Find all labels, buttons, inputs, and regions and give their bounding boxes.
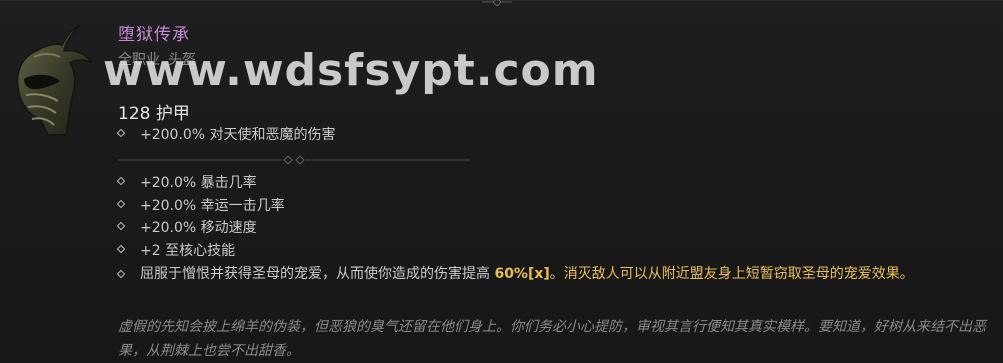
- diamond-bullet-icon: [116, 199, 126, 209]
- implicit-stat: +200.0% 对天使和恶魔的伤害: [116, 124, 336, 144]
- unique-power-value: 60%[x]: [494, 266, 550, 282]
- affix-row: +2 至核心技能: [116, 240, 236, 260]
- unique-power-suffix: 。消灭敌人可以从附近盟友身上短暂窃取圣母的宠爱效果。: [549, 266, 914, 282]
- diamond-bullet-icon: [116, 176, 126, 186]
- item-name: 堕狱传承: [118, 25, 190, 45]
- affix-text: +20.0% 移动速度: [140, 220, 257, 236]
- top-ornament-icon: [482, 0, 512, 6]
- diamond-bullet-icon: [116, 269, 126, 279]
- affix-text: +20.0% 幸运一击几率: [140, 198, 285, 214]
- affix-text: +20.0% 暴击几率: [140, 175, 257, 191]
- watermark: www.wdsfsypt.com: [103, 45, 599, 96]
- armor-value: 128 护甲: [118, 104, 190, 124]
- flavor-text: 虚假的先知会披上绵羊的伪装，但恶狼的臭气还留在他们身上。你们务必小心提防，审视其…: [118, 319, 986, 359]
- affix-text: +2 至核心技能: [140, 243, 236, 259]
- affix-row: +20.0% 幸运一击几率: [116, 195, 285, 215]
- diamond-bullet-icon: [116, 128, 126, 138]
- unique-power-prefix: 屈服于憎恨并获得圣母的宠爱，从而使你造成的伤害提高: [140, 266, 495, 282]
- helmet-icon: [16, 24, 93, 136]
- affix-row: +20.0% 暴击几率: [116, 172, 257, 192]
- diamond-bullet-icon: [116, 221, 126, 231]
- unique-power: 屈服于憎恨并获得圣母的宠爱，从而使你造成的伤害提高 60%[x]。消灭敌人可以从…: [116, 263, 978, 286]
- implicit-stat-text: +200.0% 对天使和恶魔的伤害: [140, 127, 336, 143]
- unique-power-text: 屈服于憎恨并获得圣母的宠爱，从而使你造成的伤害提高 60%[x]。消灭敌人可以从…: [140, 263, 914, 286]
- diamond-bullet-icon: [116, 244, 126, 254]
- item-tooltip: 堕狱传承 全职业 头盔 www.wdsfsypt.com 128 护甲 +200.…: [0, 0, 1003, 363]
- section-divider: [118, 155, 470, 165]
- affix-row: +20.0% 移动速度: [116, 217, 257, 237]
